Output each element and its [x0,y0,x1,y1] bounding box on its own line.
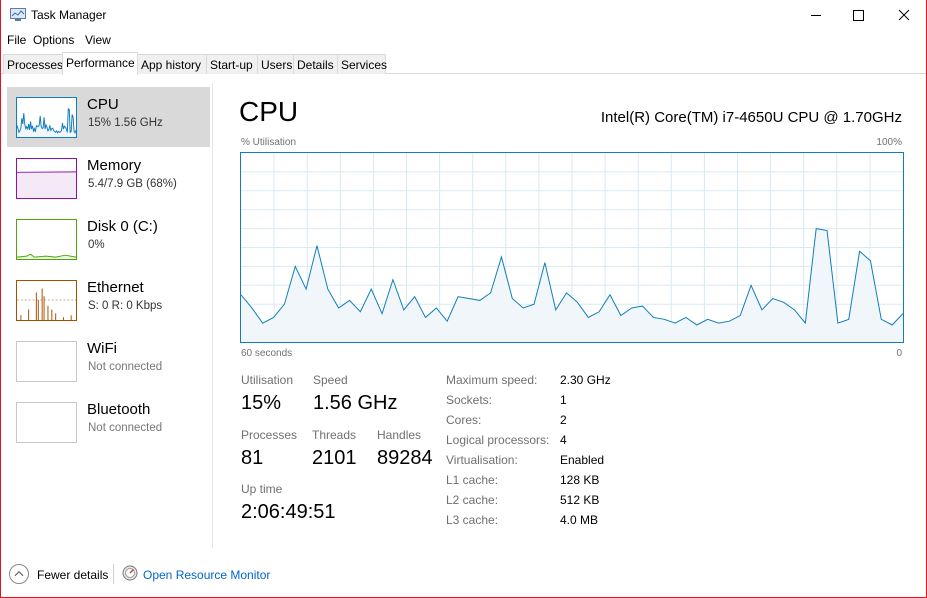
sidebar-item-cpu[interactable]: CPU 15% 1.56 GHz [7,87,210,147]
sidebar-item-title: CPU [87,96,119,113]
sidebar-item-subtitle: Not connected [88,361,163,373]
detail-label: Logical processors: [446,433,550,447]
detail-value: 4 [560,433,567,447]
detail-value: 2 [560,413,567,427]
threads-label: Threads [312,428,357,442]
uptime-value: 2:06:49:51 [241,501,336,523]
detail-label: L1 cache: [446,473,499,487]
tab-users[interactable]: Users [257,54,294,74]
cpu-model-name: Intel(R) Core(TM) i7-4650U CPU @ 1.70GHz [600,109,902,126]
sidebar-item-memory[interactable]: Memory 5.4/7.9 GB (68%) [7,148,210,208]
detail-label: L3 cache: [446,513,499,527]
handles-value: 89284 [377,447,433,469]
title-bar: Task Manager [1,0,926,30]
sidebar-item-wifi[interactable]: WiFi Not connected [7,331,210,391]
sidebar-item-title: Disk 0 (C:) [87,218,158,235]
cpu-thumb-area [17,108,76,137]
menu-view[interactable]: View [85,33,111,47]
sidebar-item-subtitle: 15% 1.56 GHz [88,117,163,129]
handles-label: Handles [377,428,422,442]
sidebar-item-disk[interactable]: Disk 0 (C:) 0% [7,209,210,269]
detail-label: Sockets: [446,393,493,407]
detail-value: 2.30 GHz [560,373,611,387]
speed-value: 1.56 GHz [313,392,398,414]
sidebar-item-subtitle: 5.4/7.9 GB (68%) [88,178,177,190]
detail-value: 512 KB [560,493,600,507]
utilisation-value: 15% [241,392,282,414]
window-title: Task Manager [31,8,107,22]
detail-label: Virtualisation: [446,453,518,467]
menu-file[interactable]: File [7,33,26,47]
sidebar-item-title: Bluetooth [87,401,151,418]
tab-strip: Processes Performance App history Start-… [1,52,926,75]
fewer-details-button[interactable]: Fewer details [37,568,108,582]
memory-thumbnail-graph [16,158,77,199]
detail-label: Maximum speed: [446,373,538,387]
graph-y-axis-label: % Utilisation [241,137,297,148]
uptime-label: Up time [241,482,283,496]
cpu-thumbnail-graph [16,97,77,138]
task-manager-icon [10,8,26,21]
tab-performance[interactable]: Performance [62,52,138,75]
detail-value: Enabled [560,453,605,467]
detail-value: 1 [560,393,567,407]
tab-details[interactable]: Details [293,54,338,74]
maximize-icon[interactable] [835,0,881,30]
tab-app-history[interactable]: App history [137,54,207,74]
processes-label: Processes [241,428,298,442]
bluetooth-thumbnail-graph [16,402,77,443]
detail-label: L2 cache: [446,493,499,507]
footer-bar: Fewer details Open Resource Monitor [1,560,926,590]
tab-start-up[interactable]: Start-up [206,54,258,74]
sidebar-item-title: Memory [87,157,142,174]
menu-options[interactable]: Options [33,33,74,47]
tab-processes[interactable]: Processes [3,54,63,74]
wifi-thumbnail-graph [16,341,77,382]
detail-label: Cores: [446,413,482,427]
threads-value: 2101 [312,447,357,469]
sidebar-item-title: Ethernet [87,279,144,296]
open-resource-monitor-link[interactable]: Open Resource Monitor [143,568,270,582]
page-title: CPU [239,96,299,127]
minimize-icon[interactable] [793,0,839,30]
resource-monitor-icon[interactable] [122,565,138,581]
sidebar-item-bluetooth[interactable]: Bluetooth Not connected [7,392,210,452]
sidebar-item-subtitle: 0% [88,239,105,251]
graph-x-right-label: 0 [896,348,902,359]
resource-sidebar: CPU 15% 1.56 GHz Memory 5.4/7.9 GB (68%)… [1,83,213,548]
sidebar-item-ethernet[interactable]: Ethernet S: 0 R: 0 Kbps [7,270,210,330]
cpu-utilisation-graph [240,152,904,343]
sidebar-item-title: WiFi [87,340,117,357]
footer-divider [113,564,114,584]
sidebar-item-subtitle: Not connected [88,422,163,434]
ethernet-thumbnail-graph [16,280,77,321]
chevron-up-icon[interactable] [9,564,29,584]
close-icon[interactable] [881,0,927,30]
utilisation-label: Utilisation [241,373,294,387]
processes-value: 81 [241,447,264,469]
tab-services[interactable]: Services [337,54,387,74]
task-manager-window: Task Manager File Options View Processes… [0,0,927,598]
sidebar-item-subtitle: S: 0 R: 0 Kbps [88,300,163,312]
graph-y-max-label: 100% [876,137,902,148]
disk-thumbnail-graph [16,219,77,260]
graph-x-left-label: 60 seconds [241,348,293,359]
detail-value: 128 KB [560,473,600,487]
detail-value: 4.0 MB [560,513,599,527]
memory-thumb-area [17,171,76,198]
speed-label: Speed [313,373,348,387]
